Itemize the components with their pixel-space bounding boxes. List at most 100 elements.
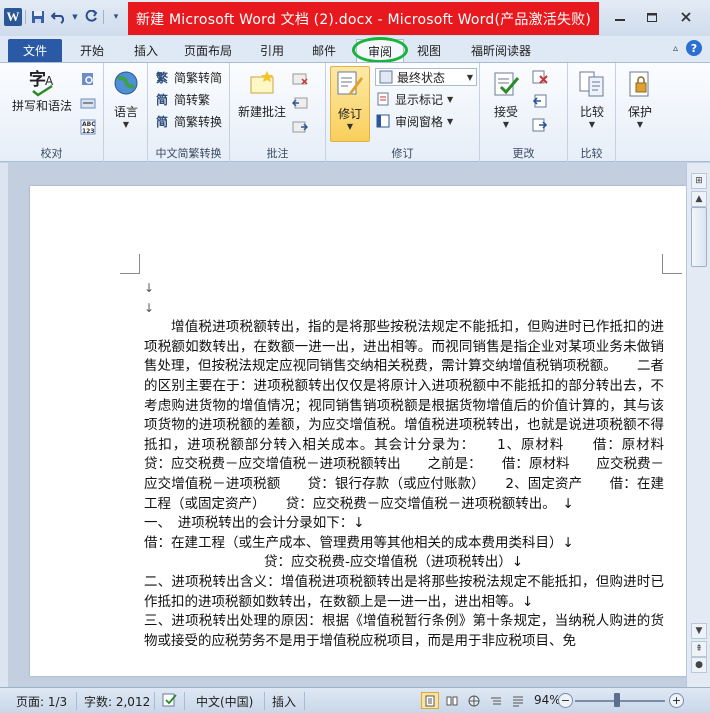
track-changes-icon — [335, 69, 365, 99]
next-comment-icon[interactable] — [292, 119, 308, 135]
tab-view[interactable]: 视图 — [408, 39, 450, 62]
convert-label: 简繁转换 — [174, 114, 223, 129]
new-comment-button[interactable]: 新建批注 — [234, 69, 290, 120]
svg-text:A: A — [45, 74, 54, 88]
undo-icon[interactable] — [50, 8, 68, 26]
document-page[interactable]: ↓ ↓ 增值税进项税额转出，指的是将那些按税法规定不能抵扣，但购进时已作抵扣的进… — [30, 186, 688, 676]
tab-file[interactable]: 文件 — [8, 39, 62, 62]
tab-references[interactable]: 引用 — [250, 39, 294, 62]
ruler-toggle-icon[interactable]: ⊞ — [691, 173, 707, 189]
previous-change-icon[interactable] — [532, 93, 548, 109]
next-change-icon[interactable] — [532, 117, 548, 133]
document-body[interactable]: ↓ ↓ 增值税进项税额转出，指的是将那些按税法规定不能抵扣，但购进时已作抵扣的进… — [144, 279, 688, 651]
word-count[interactable]: 字数: 2,012 — [84, 693, 150, 710]
group-compare: 比较 ▼ 比较 — [568, 63, 616, 163]
track-changes-label: 修订 — [337, 107, 362, 121]
markup-state-icon — [378, 69, 394, 85]
dropdown-arrow-icon: ▼ — [122, 120, 130, 129]
zoom-slider-thumb[interactable] — [614, 693, 621, 707]
status-separator — [184, 692, 185, 710]
page-count[interactable]: 页面: 1/3 — [16, 693, 67, 710]
chevron-down-icon[interactable]: ▼ — [71, 8, 79, 26]
research-icon[interactable] — [80, 71, 96, 87]
accept-button[interactable]: 接受 ▼ — [486, 69, 526, 129]
dropdown-arrow-icon: ▼ — [346, 122, 354, 131]
previous-page-icon[interactable]: ⇞ — [691, 641, 707, 657]
group-tracking: 修订 ▼ 最终状态 ▼ 显示标记 ▼ 审阅窗格 ▼ 修订 — [326, 63, 480, 163]
chevron-down-icon: ▼ — [447, 116, 454, 126]
highlight-circle — [352, 37, 408, 63]
language-icon — [111, 69, 141, 99]
group-proofing: 字A 拼写和语法 ABC 123 校对 — [0, 63, 104, 163]
zoom-level[interactable]: 94% — [534, 693, 561, 707]
scroll-up-icon[interactable]: ▲ — [691, 191, 707, 207]
dropdown-arrow-icon: ▼ — [636, 120, 644, 129]
compare-button[interactable]: 比较 ▼ — [572, 69, 612, 129]
status-bar: 页面: 1/3 字数: 2,012 中文(中国) 插入 94% − + — [0, 687, 710, 713]
ribbon: 字A 拼写和语法 ABC 123 校对 语言 ▼ 繁 简繁转简 简 简转繁 简 … — [0, 62, 710, 163]
tab-insert[interactable]: 插入 — [124, 39, 168, 62]
title-bar: W ▼ ▾ 新建 Microsoft Word 文档 (2).docx - Mi… — [0, 0, 710, 36]
protect-button[interactable]: 保护 ▼ — [620, 69, 660, 129]
close-icon[interactable] — [668, 6, 704, 28]
spell-check-icon[interactable] — [162, 693, 178, 710]
zoom-out-icon[interactable]: − — [558, 693, 573, 708]
compare-icon — [577, 69, 607, 99]
help-icon[interactable]: ? — [686, 40, 702, 56]
show-markup-label: 显示标记 — [395, 92, 444, 107]
thesaurus-icon[interactable] — [80, 95, 96, 111]
group-label-proofing: 校对 — [40, 147, 63, 160]
web-layout-icon[interactable] — [465, 692, 483, 709]
dropdown-arrow-icon: ▼ — [588, 120, 596, 129]
outline-icon[interactable] — [487, 692, 505, 709]
accept-label: 接受 — [493, 105, 518, 119]
window-title: 新建 Microsoft Word 文档 (2).docx - Microsof… — [128, 2, 599, 35]
status-separator — [304, 692, 305, 710]
reject-icon[interactable] — [532, 69, 548, 85]
restore-icon[interactable] — [634, 6, 670, 28]
tab-foxit-reader[interactable]: 福昕阅读器 — [462, 39, 540, 62]
spelling-icon: 字A — [27, 67, 57, 97]
minimize-ribbon-icon[interactable]: ▵ — [673, 43, 678, 54]
to-traditional-button[interactable]: 繁 简繁转简 — [154, 67, 222, 87]
group-language: 语言 ▼ — [104, 63, 148, 163]
status-separator — [154, 692, 155, 710]
language-label: 语言 — [113, 105, 138, 119]
display-for-review-dropdown[interactable]: 最终状态 ▼ — [375, 68, 477, 86]
tabs-right-controls: ▵ ? — [673, 40, 702, 56]
review-pane-button[interactable]: 审阅窗格 ▼ — [375, 111, 453, 131]
chevron-down-icon: ▼ — [447, 94, 454, 104]
minimize-icon[interactable] — [602, 6, 638, 28]
protect-label: 保护 — [627, 105, 652, 119]
to-simplified-button[interactable]: 简 简转繁 — [154, 89, 210, 109]
word-count-icon[interactable]: ABC 123 — [80, 119, 96, 135]
delete-comment-icon[interactable] — [292, 71, 308, 87]
vertical-scrollbar[interactable]: ⊞ ▲ ▼ ⇞ ● — [686, 163, 710, 687]
tab-home[interactable]: 开始 — [70, 39, 114, 62]
language-status[interactable]: 中文(中国) — [196, 693, 253, 710]
full-screen-reading-icon[interactable] — [443, 692, 461, 709]
insert-mode[interactable]: 插入 — [272, 693, 296, 710]
previous-comment-icon[interactable] — [292, 95, 308, 111]
scroll-thumb[interactable] — [691, 207, 707, 267]
tab-mailings[interactable]: 邮件 — [302, 39, 346, 62]
convert-button[interactable]: 简 简繁转换 — [154, 111, 222, 131]
word-logo-icon[interactable]: W — [4, 8, 22, 26]
save-icon[interactable] — [29, 8, 47, 26]
print-layout-icon[interactable] — [421, 692, 439, 709]
draft-icon[interactable] — [509, 692, 527, 709]
qat-separator — [103, 10, 104, 24]
paragraph: 二、进项税转出含义：增值税进项税额转出是将那些按税法规定不能抵扣，但购进时已作抵… — [144, 573, 664, 610]
scroll-down-icon[interactable]: ▼ — [691, 623, 707, 639]
spelling-grammar-button[interactable]: 字A 拼写和语法 — [8, 67, 76, 114]
select-browse-object-icon[interactable]: ● — [691, 657, 707, 673]
group-changes: 接受 ▼ 更改 — [480, 63, 568, 163]
tab-page-layout[interactable]: 页面布局 — [176, 39, 240, 62]
redo-icon[interactable] — [82, 8, 100, 26]
show-markup-button[interactable]: 显示标记 ▼ — [375, 89, 453, 109]
crop-mark — [662, 254, 682, 274]
customize-qat-icon[interactable]: ▾ — [107, 8, 125, 26]
track-changes-button[interactable]: 修订 ▼ — [330, 69, 370, 131]
language-button[interactable]: 语言 ▼ — [108, 69, 144, 129]
zoom-in-icon[interactable]: + — [669, 693, 684, 708]
